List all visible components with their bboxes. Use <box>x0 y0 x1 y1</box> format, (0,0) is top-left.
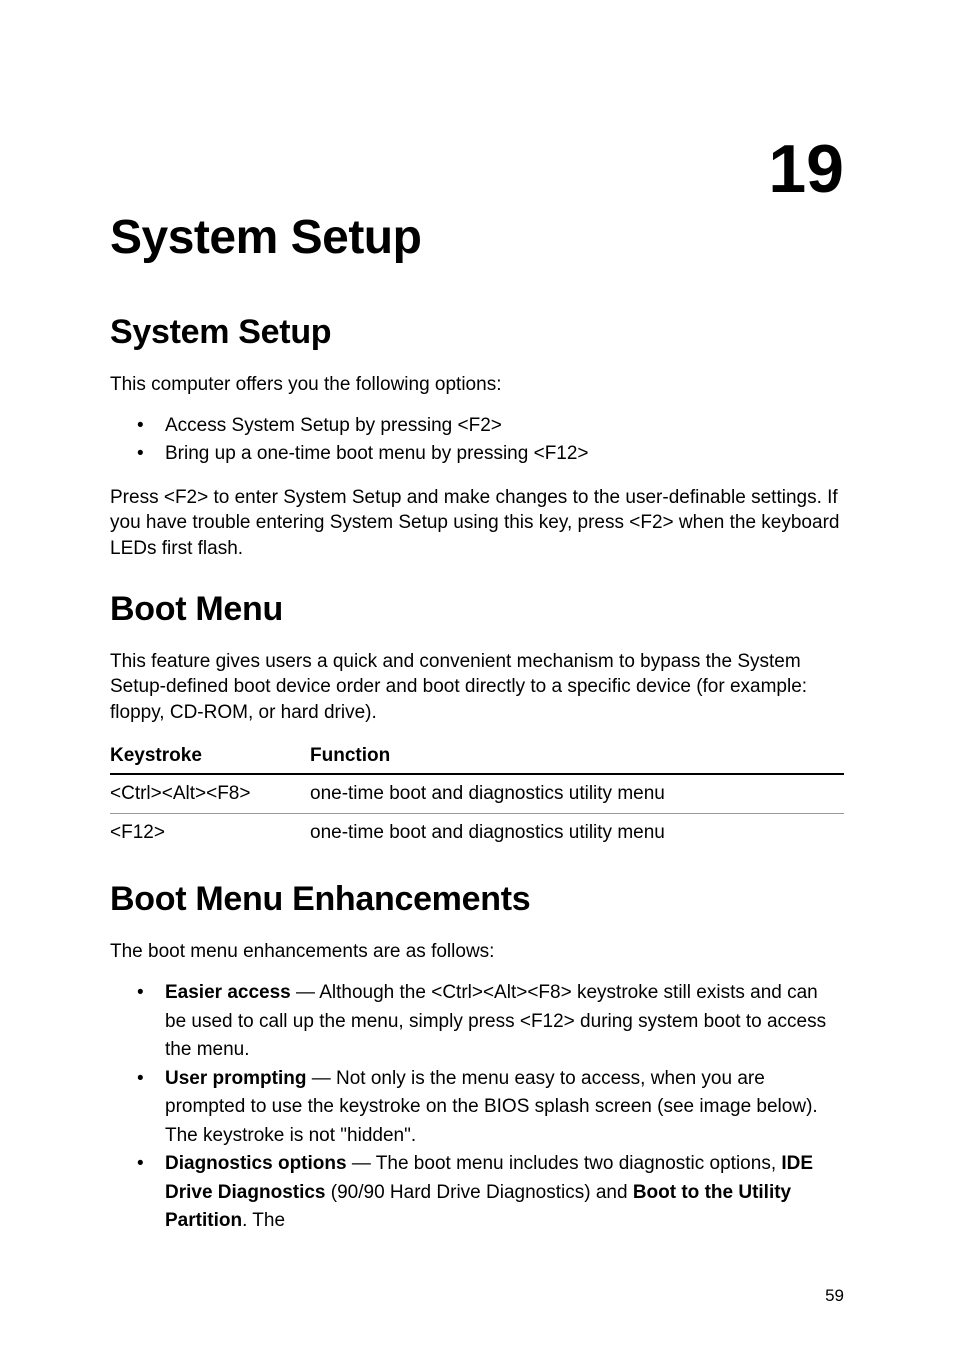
list-item: Easier access — Although the <Ctrl><Alt>… <box>165 979 844 1065</box>
item-label: Diagnostics options <box>165 1153 347 1174</box>
item-text-pre: — The boot menu includes two diagnostic … <box>347 1153 782 1174</box>
item-text-post: . The <box>242 1210 285 1231</box>
list-item: Bring up a one-time boot menu by pressin… <box>165 440 844 469</box>
section-title-boot-menu: Boot Menu <box>110 590 844 629</box>
cell-keystroke: <Ctrl><Alt><F8> <box>110 774 310 814</box>
section-title-system-setup: System Setup <box>110 313 844 352</box>
item-label: Easier access <box>165 982 291 1003</box>
list-item: Access System Setup by pressing <F2> <box>165 412 844 441</box>
page-number: 59 <box>825 1286 844 1306</box>
header-keystroke: Keystroke <box>110 739 310 774</box>
list-item: Diagnostics options — The boot menu incl… <box>165 1150 844 1236</box>
section-boot-menu: Boot Menu This feature gives users a qui… <box>110 590 844 853</box>
section-boot-menu-enhancements: Boot Menu Enhancements The boot menu enh… <box>110 880 844 1235</box>
enhancements-list: Easier access — Although the <Ctrl><Alt>… <box>110 979 844 1236</box>
boot-menu-intro: This feature gives users a quick and con… <box>110 649 844 726</box>
section-title-enhancements: Boot Menu Enhancements <box>110 880 844 919</box>
system-setup-intro: This computer offers you the following o… <box>110 372 844 398</box>
system-setup-bullets: Access System Setup by pressing <F2> Bri… <box>110 412 844 469</box>
system-setup-post: Press <F2> to enter System Setup and mak… <box>110 485 844 562</box>
cell-keystroke: <F12> <box>110 814 310 853</box>
table-header-row: Keystroke Function <box>110 739 844 774</box>
section-system-setup: System Setup This computer offers you th… <box>110 313 844 562</box>
cell-function: one-time boot and diagnostics utility me… <box>310 774 844 814</box>
keystroke-table: Keystroke Function <Ctrl><Alt><F8> one-t… <box>110 739 844 852</box>
enhancements-intro: The boot menu enhancements are as follow… <box>110 939 844 965</box>
item-label: User prompting <box>165 1068 306 1089</box>
table-row: <Ctrl><Alt><F8> one-time boot and diagno… <box>110 774 844 814</box>
item-text-mid: (90/90 Hard Drive Diagnostics) and <box>326 1182 633 1203</box>
cell-function: one-time boot and diagnostics utility me… <box>310 814 844 853</box>
chapter-number: 19 <box>768 130 844 208</box>
header-function: Function <box>310 739 844 774</box>
chapter-title: System Setup <box>110 210 844 265</box>
table-row: <F12> one-time boot and diagnostics util… <box>110 814 844 853</box>
list-item: User prompting — Not only is the menu ea… <box>165 1065 844 1151</box>
